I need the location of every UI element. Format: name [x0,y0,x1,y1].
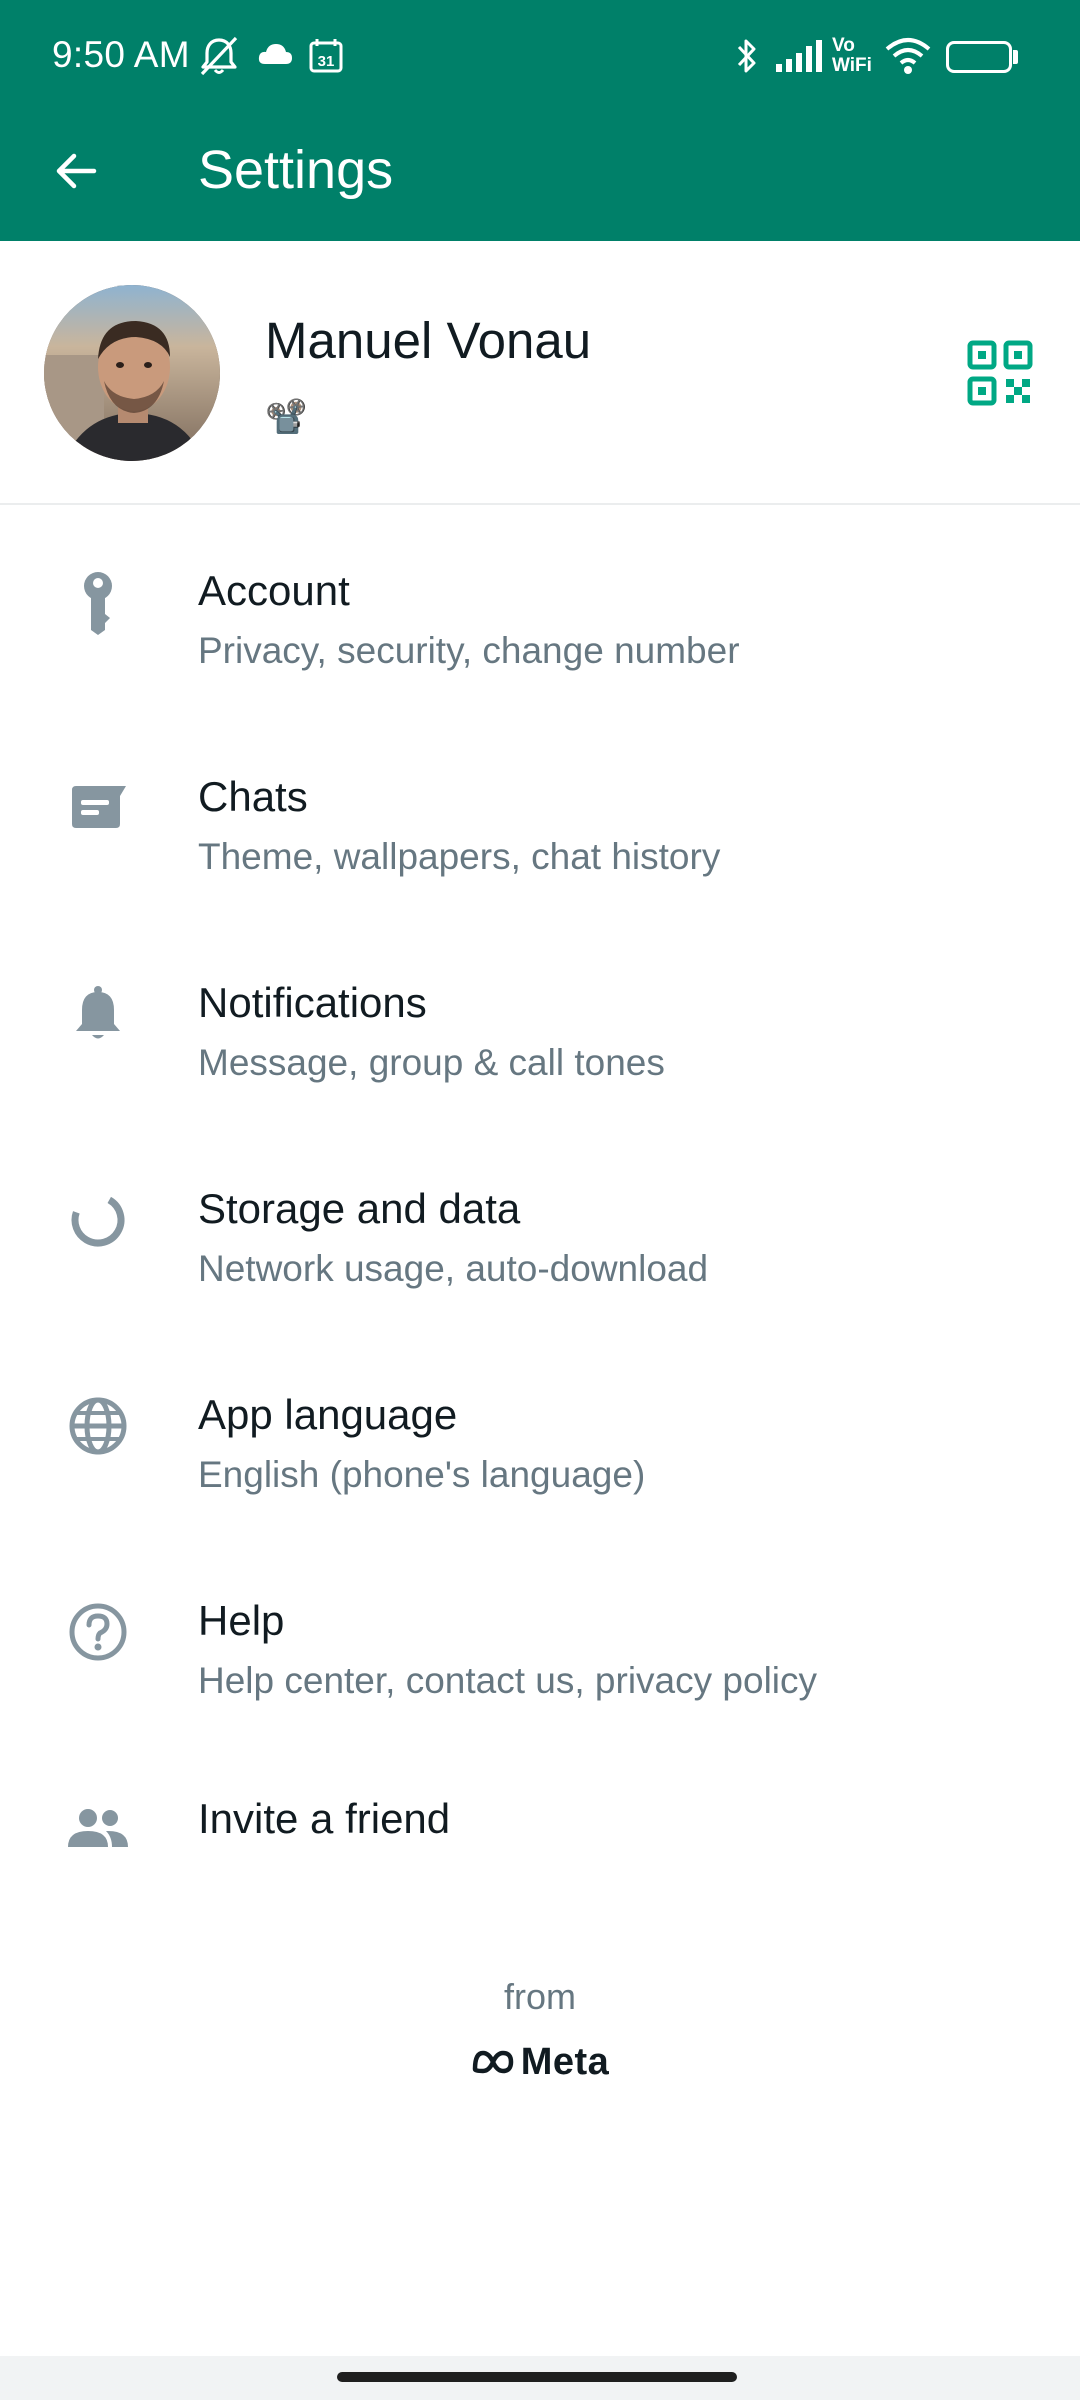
profile-name: Manuel Vonau [265,312,592,369]
avatar[interactable] [44,285,220,461]
top-bar: 9:50 AM 31 Vo WiFi 90 Settings [0,0,1080,241]
menu-item-label: Chats [198,773,308,820]
menu-item-sub: English (phone's language) [198,1454,646,1495]
vowifi-label: Vo WiFi [832,36,872,76]
mute-bell-icon [196,34,242,78]
bluetooth-icon [732,34,762,78]
storage-ring-icon [60,1182,136,1258]
meta-logo: Meta [0,2038,1080,2086]
system-navigation-bar [0,2356,1080,2400]
menu-item-label: App language [198,1391,458,1438]
status-bar: 9:50 AM 31 Vo WiFi 90 [0,0,1080,115]
vowifi-top: Vo [832,35,855,56]
globe-icon [60,1388,136,1464]
people-icon [60,1791,136,1867]
footer-from: from [504,1976,576,2017]
qr-code-icon [967,340,1033,406]
back-button[interactable] [40,135,112,207]
home-gesture-handle[interactable] [337,2372,737,2382]
cloud-icon [256,34,294,78]
wifi-icon [884,34,932,78]
battery-level: 90 [967,46,991,68]
menu-item-sub: Privacy, security, change number [198,630,740,671]
signal-icon [774,34,826,78]
meta-infinity-icon [472,2050,513,2074]
app-bar: Settings [0,115,1080,241]
chat-icon [60,770,136,846]
menu-item-sub: Message, group & call tones [198,1042,665,1083]
menu-item-notifications[interactable]: Notifications Message, group & call tone… [0,917,1080,1123]
calendar-day: 31 [318,53,335,70]
menu-item-label: Notifications [198,979,427,1026]
menu-item-chats[interactable]: Chats Theme, wallpapers, chat history [0,711,1080,917]
page-title: Settings [198,140,394,200]
key-icon [60,564,136,640]
menu-item-account[interactable]: Account Privacy, security, change number [0,505,1080,711]
menu-item-label: Help [198,1597,285,1644]
menu-item-help[interactable]: Help Help center, contact us, privacy po… [0,1535,1080,1741]
arrow-back-icon [56,153,97,189]
menu-item-app-language[interactable]: App language English (phone's language) [0,1329,1080,1535]
menu-item-sub: Theme, wallpapers, chat history [198,836,721,877]
menu-item-label: Account [198,567,350,614]
menu-item-storage[interactable]: Storage and data Network usage, auto-dow… [0,1123,1080,1329]
menu-item-label: Invite a friend [198,1795,451,1842]
menu-item-sub: Help center, contact us, privacy policy [198,1660,818,1701]
meta-wordmark: Meta [520,2040,610,2083]
profile-row[interactable]: Manuel Vonau 📽️ [0,241,1080,505]
battery-tip [1013,50,1018,64]
qr-code-button[interactable] [966,339,1034,407]
menu-item-label: Storage and data [198,1185,521,1232]
vowifi-bottom: WiFi [832,55,872,76]
calendar-icon: 31 [308,34,344,78]
status-time: 9:50 AM [52,34,190,75]
battery-icon: 90 [946,41,1012,73]
menu-item-sub: Network usage, auto-download [198,1248,709,1289]
help-circle-icon [60,1594,136,1670]
bell-icon [60,976,136,1052]
menu-item-invite-friend[interactable]: Invite a friend [0,1741,1080,1901]
profile-status-emoji: 📽️ [265,398,308,436]
settings-screen: 9:50 AM 31 Vo WiFi 90 Settings Manuel Vo… [0,0,1080,2400]
